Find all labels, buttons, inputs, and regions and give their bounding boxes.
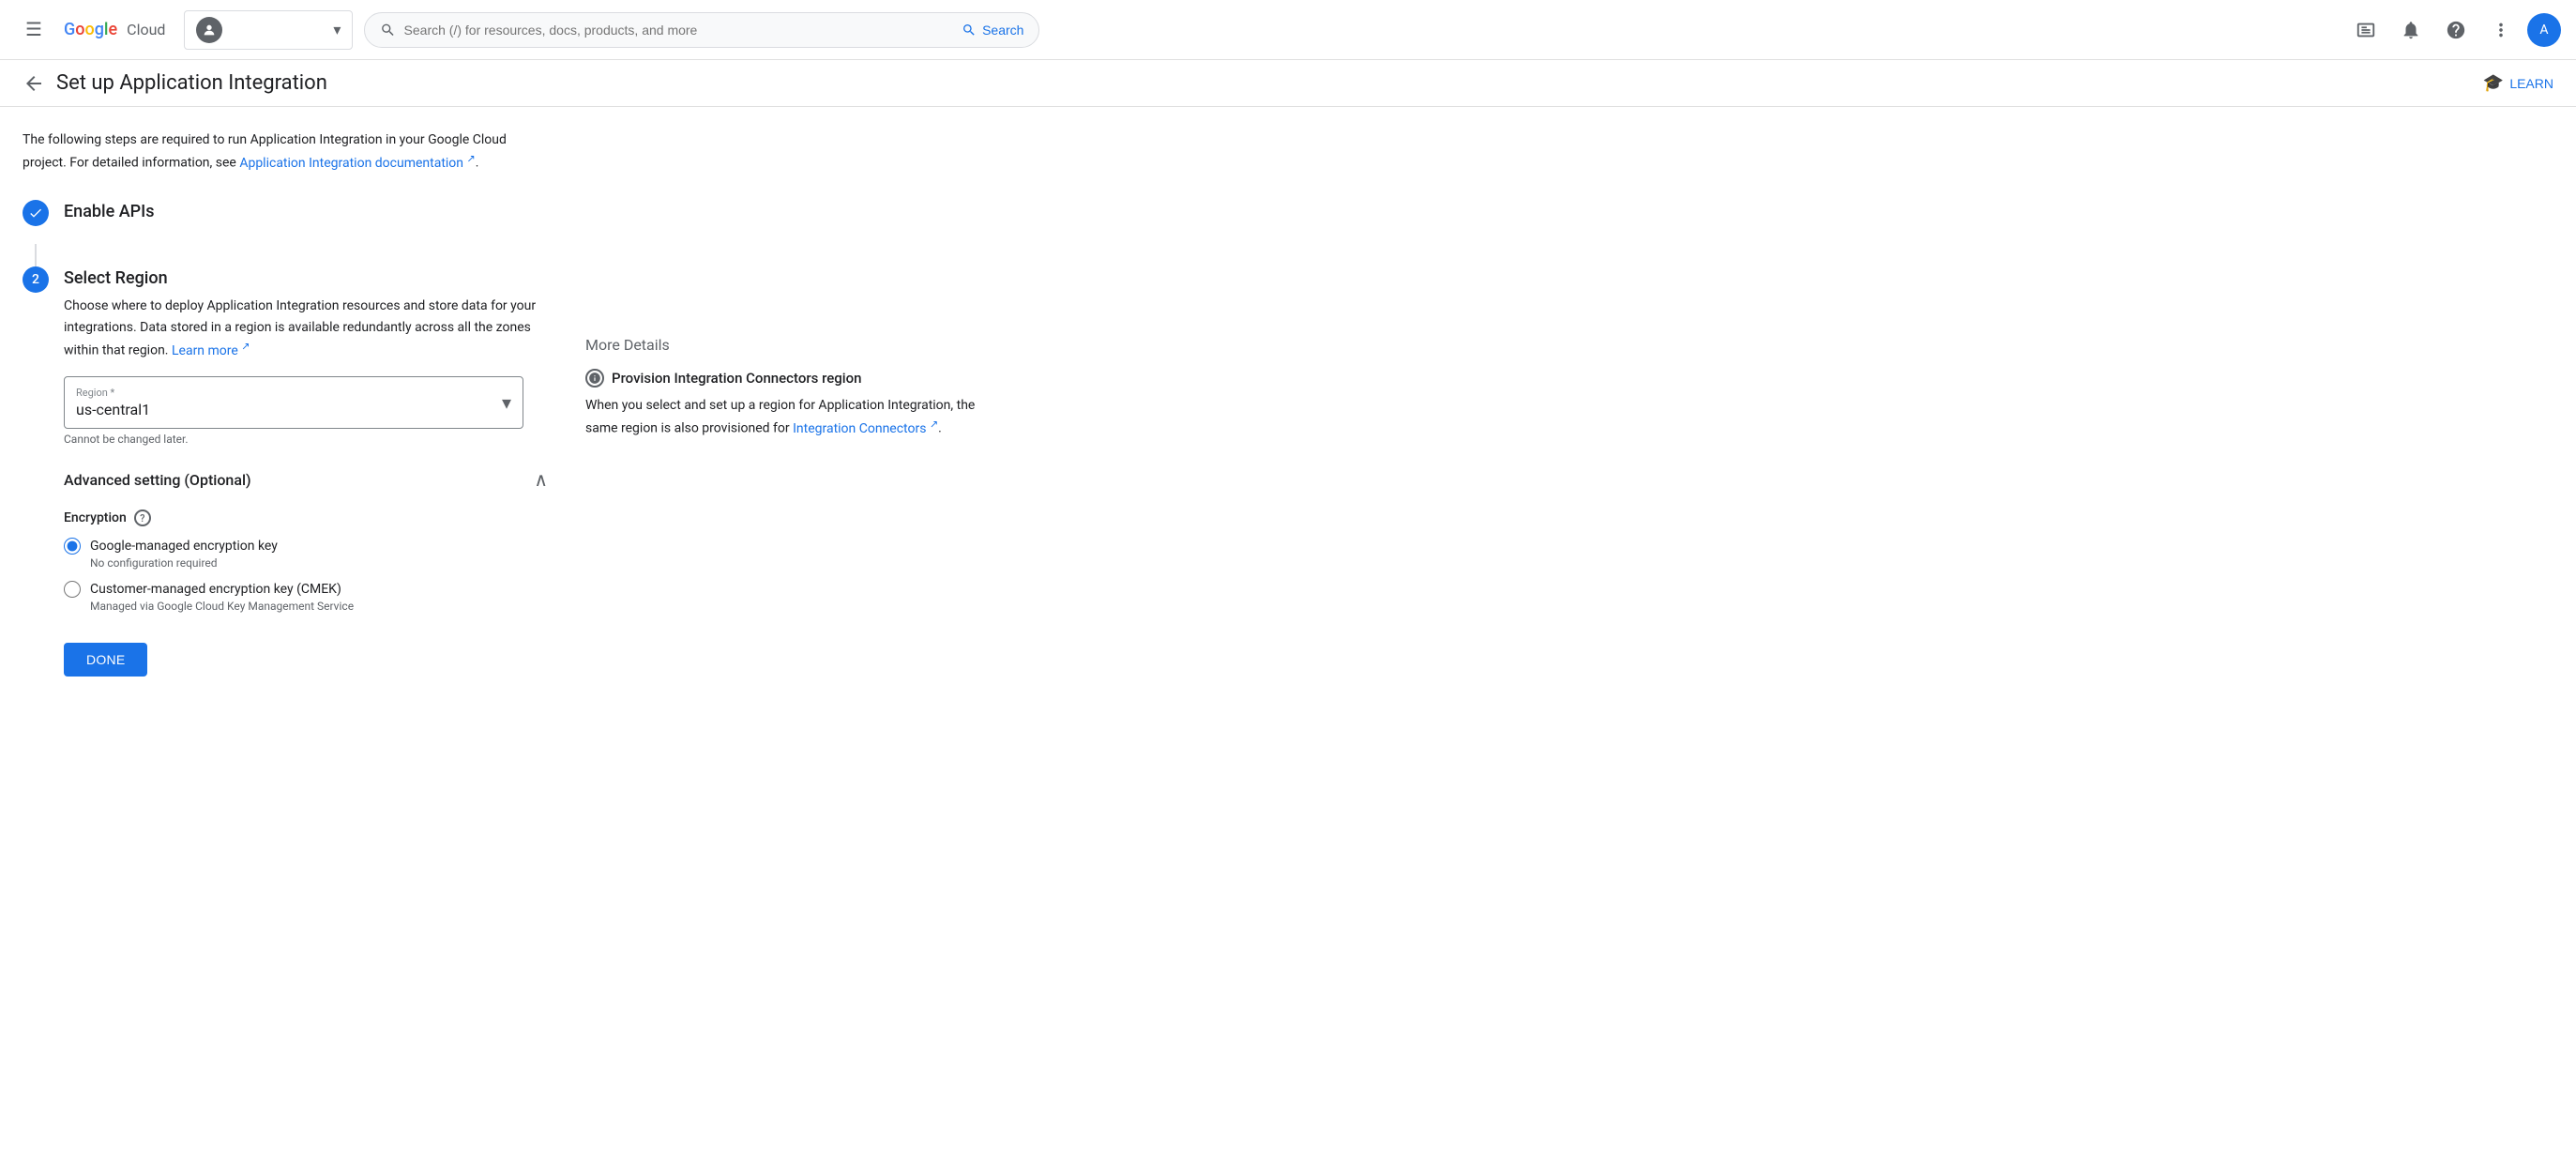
learn-label: LEARN [2509,76,2553,91]
collapse-icon: ∧ [534,468,548,491]
encryption-title: Encryption ? [64,509,548,526]
step-2-item: 2 Select Region Choose where to deploy A… [23,266,548,677]
external-link-icon: ↗ [467,152,476,164]
google-managed-option: Google-managed encryption key No configu… [64,538,548,570]
google-managed-label: Google-managed encryption key [90,539,278,554]
region-field-group: Region * us-central1 ▾ Cannot be changed… [64,376,548,446]
learn-button[interactable]: 🎓 LEARN [2483,73,2553,93]
step-1-check [23,200,49,226]
google-logo: Google [64,20,117,39]
integration-connectors-link[interactable]: Integration Connectors ↗ [793,421,938,436]
cmek-label: Customer-managed encryption key (CMEK) [90,582,341,597]
encryption-radio-group: Google-managed encryption key No configu… [64,538,548,620]
top-nav: ☰ Google Cloud ▾ Search [0,0,2576,60]
step-2-content: Select Region Choose where to deploy App… [64,266,548,677]
step-2-icon-col: 2 [23,266,49,293]
more-button[interactable] [2482,11,2520,49]
cloud-label: Cloud [127,21,165,38]
learn-more-link[interactable]: Learn more ↗ [172,343,250,358]
region-value: us-central1 [76,401,502,418]
left-panel: The following steps are required to run … [23,129,548,692]
region-hint: Cannot be changed later. [64,433,548,446]
google-cloud-logo: Google Cloud [64,20,165,39]
connector-card: Provision Integration Connectors region … [585,369,979,439]
region-label: Region * [76,387,502,399]
connector-external-link-icon: ↗ [930,418,938,430]
notifications-button[interactable] [2392,11,2430,49]
step-1-icon-col [23,200,49,226]
connector-desc: When you select and set up a region for … [585,395,979,439]
dropdown-arrow-icon: ▾ [333,21,341,38]
encryption-help-icon[interactable]: ? [134,509,151,526]
dropdown-arrow-icon: ▾ [502,391,511,414]
cmek-radio[interactable] [64,581,81,598]
search-button-label: Search [982,23,1023,38]
menu-icon: ☰ [25,18,42,41]
step-2-title: Select Region [64,268,548,288]
done-button[interactable]: DONE [64,643,147,677]
search-bar[interactable]: Search [364,12,1039,48]
page-title: Set up Application Integration [56,71,327,95]
step-connector-row [23,244,548,266]
search-button[interactable]: Search [962,23,1023,38]
main-content: The following steps are required to run … [0,107,2576,714]
user-avatar[interactable]: A [2527,13,2561,47]
project-avatar [196,17,222,43]
cmek-sub: Managed via Google Cloud Key Management … [90,600,548,613]
learn-icon: 🎓 [2483,73,2504,93]
connector-title: Provision Integration Connectors region [612,370,861,387]
advanced-settings-header[interactable]: Advanced setting (Optional) ∧ [64,453,548,502]
step-2-number: 2 [23,266,49,293]
right-panel: More Details Provision Integration Conne… [585,129,979,692]
learn-more-external-icon: ↗ [241,340,250,352]
user-initial: A [2539,23,2548,38]
nav-icons: A [2347,11,2561,49]
connector-title-row: Provision Integration Connectors region [585,369,979,388]
project-selector[interactable]: ▾ [184,10,353,50]
docs-link[interactable]: Application Integration documentation ↗ [239,156,475,171]
encryption-section: Encryption ? Google-managed encryption k… [64,509,548,620]
google-managed-sub: No configuration required [90,556,548,570]
advanced-settings-title: Advanced setting (Optional) [64,471,251,489]
menu-button[interactable]: ☰ [15,11,53,49]
search-bar-icon [380,21,396,39]
terminal-button[interactable] [2347,11,2385,49]
breadcrumb-bar: Set up Application Integration 🎓 LEARN [0,60,2576,107]
google-managed-radio[interactable] [64,538,81,555]
help-button[interactable] [2437,11,2475,49]
step-1-title: Enable APIs [64,202,548,221]
region-select[interactable]: Region * us-central1 ▾ [64,376,523,429]
step-1-content: Enable APIs [64,200,548,229]
back-button[interactable] [23,72,45,95]
more-details-title: More Details [585,336,979,354]
step-1-item: Enable APIs [23,200,548,229]
search-input[interactable] [404,23,955,38]
cmek-option: Customer-managed encryption key (CMEK) M… [64,581,548,613]
intro-text: The following steps are required to run … [23,129,548,174]
connector-info-icon [585,369,604,388]
step-2-desc: Choose where to deploy Application Integ… [64,296,548,361]
